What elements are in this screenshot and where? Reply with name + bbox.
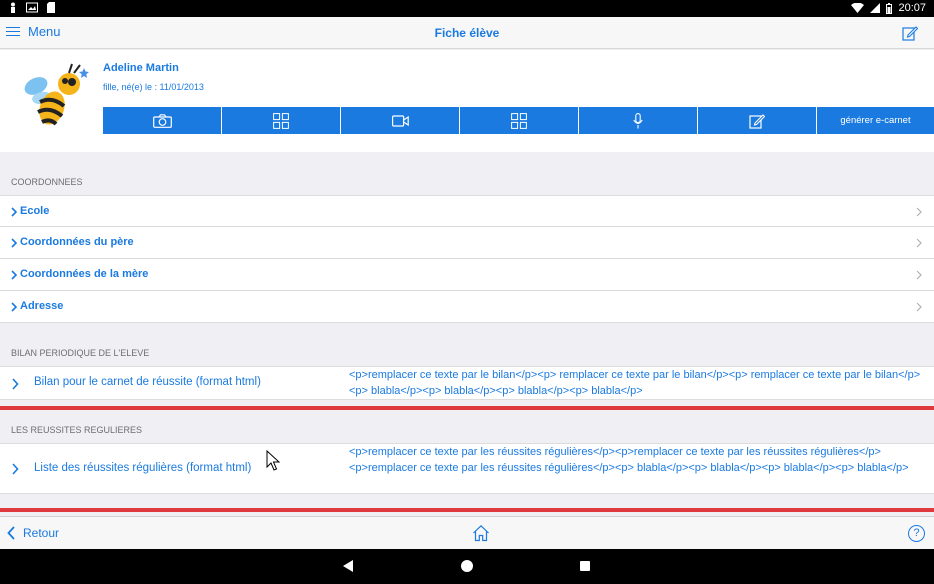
video-gallery-button[interactable] <box>460 107 578 134</box>
chevron-right-icon <box>12 463 19 475</box>
row-coordonnees-mere[interactable]: Coordonnées de la mère <box>0 259 934 291</box>
edit-icon[interactable] <box>902 25 918 41</box>
wifi-icon <box>851 3 865 13</box>
section-title: LES REUSSITES REGULIERES <box>11 425 143 435</box>
generate-ecarnet-button[interactable]: générer e-carnet <box>817 107 934 134</box>
gallery-button[interactable] <box>222 107 340 134</box>
camera-button[interactable] <box>103 107 221 134</box>
section-title: BILAN PERIODIQUE DE L'ELEVE <box>11 348 150 358</box>
row-adresse[interactable]: Adresse <box>0 291 934 323</box>
chevron-right-icon <box>11 207 18 217</box>
section-header-reussites: LES REUSSITES REGULIERES <box>0 410 934 443</box>
row-label: Coordonnées de la mère <box>20 268 149 280</box>
reussites-html-value: <p>remplacer ce texte par les réussites … <box>349 446 909 474</box>
video-button[interactable] <box>341 107 459 134</box>
student-info: fille, né(e) le : 11/01/2013 <box>103 82 204 92</box>
app-screen: 20:07 Menu Fiche élève Adeline Martin fi… <box>0 0 934 584</box>
disclosure-icon <box>916 270 922 280</box>
chevron-right-icon <box>11 270 18 280</box>
image-icon <box>26 2 38 13</box>
bilan-html-value: <p>remplacer ce texte par le bilan</p><p… <box>349 369 921 397</box>
grid-icon <box>511 112 527 129</box>
home-circle-icon[interactable] <box>461 560 473 572</box>
edit-icon <box>749 113 765 129</box>
home-icon[interactable] <box>472 524 490 542</box>
bottom-toolbar: Retour ? <box>0 516 934 549</box>
nav-bar: Menu Fiche élève <box>0 17 934 49</box>
row-coordonnees-pere[interactable]: Coordonnées du père <box>0 227 934 259</box>
row-ecole[interactable]: Ecole <box>0 195 934 227</box>
chevron-left-icon <box>7 526 15 540</box>
camera-icon <box>152 113 172 128</box>
microphone-icon <box>633 112 643 128</box>
back-triangle-icon[interactable] <box>343 560 354 572</box>
row-label: Ecole <box>20 205 50 217</box>
chevron-right-icon <box>11 238 18 248</box>
help-button[interactable]: ? <box>908 525 925 542</box>
section-header-coordonnees: COORDONNEES <box>0 152 934 195</box>
recents-square-icon[interactable] <box>580 561 590 571</box>
status-time: 20:07 <box>898 2 926 14</box>
status-bar: 20:07 <box>0 0 934 17</box>
mouse-cursor-icon <box>266 450 280 471</box>
status-icons-right: 20:07 <box>851 2 926 14</box>
note-button[interactable] <box>698 107 816 134</box>
chevron-right-icon <box>11 302 18 312</box>
back-button[interactable]: Retour <box>7 526 59 540</box>
action-bar: générer e-carnet <box>103 107 934 134</box>
android-nav-bar <box>0 549 934 584</box>
disclosure-icon <box>916 238 922 248</box>
back-label: Retour <box>23 526 60 540</box>
grid-icon <box>273 112 289 129</box>
status-icons-left <box>8 2 56 13</box>
page-title: Fiche élève <box>434 26 500 40</box>
battery-icon <box>886 2 893 14</box>
disclosure-icon <box>916 302 922 312</box>
video-icon <box>391 114 409 127</box>
disclosure-icon <box>916 207 922 217</box>
section-separator <box>0 508 934 512</box>
section-title: COORDONNEES <box>11 177 83 187</box>
row-label: Liste des réussites régulières (format h… <box>34 462 252 474</box>
section-header-bilan: BILAN PERIODIQUE DE L'ELEVE <box>0 323 934 366</box>
student-name: Adeline Martin <box>103 62 179 74</box>
row-label: Adresse <box>20 300 64 312</box>
sd-card-icon <box>47 2 55 13</box>
signal-icon <box>870 3 881 13</box>
row-reussites-regulieres[interactable]: Liste des réussites régulières (format h… <box>0 443 934 494</box>
row-bilan-carnet[interactable]: Bilan pour le carnet de réussite (format… <box>0 366 934 400</box>
audio-button[interactable] <box>579 107 697 134</box>
student-profile: Adeline Martin fille, né(e) le : 11/01/2… <box>0 50 934 152</box>
row-label: Coordonnées du père <box>20 236 134 248</box>
chevron-right-icon <box>12 378 19 390</box>
bee-avatar-icon <box>24 63 89 126</box>
person-icon <box>11 2 15 13</box>
row-label: Bilan pour le carnet de réussite (format… <box>34 376 261 388</box>
